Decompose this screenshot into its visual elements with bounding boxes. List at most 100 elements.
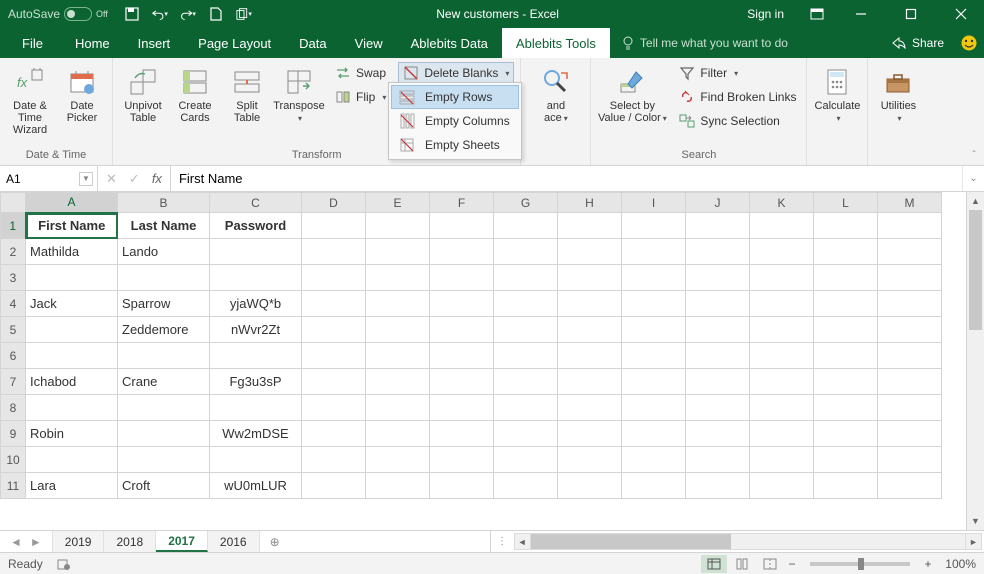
zoom-in-button[interactable]: +: [920, 557, 936, 571]
hscroll-right-icon[interactable]: ►: [965, 534, 981, 549]
cell[interactable]: [302, 213, 366, 239]
name-box[interactable]: ▼: [0, 166, 98, 191]
cell[interactable]: [366, 473, 430, 499]
cell[interactable]: [366, 239, 430, 265]
sign-in-button[interactable]: Sign in: [735, 7, 796, 21]
find-broken-links-button[interactable]: Find Broken Links: [675, 86, 800, 108]
sheet-tab[interactable]: 2019: [53, 531, 105, 552]
macro-record-icon[interactable]: [57, 557, 71, 571]
cell[interactable]: [118, 447, 210, 473]
cell[interactable]: [814, 317, 878, 343]
cell[interactable]: Croft: [118, 473, 210, 499]
zoom-slider[interactable]: [810, 562, 910, 566]
cell[interactable]: [750, 447, 814, 473]
menu-empty-columns[interactable]: Empty Columns: [391, 109, 519, 133]
cell[interactable]: Sparrow: [118, 291, 210, 317]
row-header[interactable]: 2: [1, 239, 26, 265]
cell[interactable]: [302, 447, 366, 473]
col-header-E[interactable]: E: [366, 193, 430, 213]
menu-empty-rows[interactable]: Empty Rows: [391, 85, 519, 109]
share-button[interactable]: Share: [882, 28, 954, 58]
cell[interactable]: [878, 213, 942, 239]
cell[interactable]: nWvr2Zt: [210, 317, 302, 343]
formula-input[interactable]: [179, 171, 954, 186]
cell[interactable]: [494, 473, 558, 499]
cell[interactable]: [686, 265, 750, 291]
cell[interactable]: [118, 265, 210, 291]
cell[interactable]: [494, 343, 558, 369]
cell[interactable]: [622, 239, 686, 265]
cell[interactable]: [814, 291, 878, 317]
cell[interactable]: [878, 369, 942, 395]
cell[interactable]: [26, 317, 118, 343]
scroll-down-icon[interactable]: ▼: [967, 512, 984, 530]
cell[interactable]: [302, 369, 366, 395]
cell[interactable]: [622, 473, 686, 499]
feedback-button[interactable]: [954, 28, 984, 58]
cell[interactable]: [750, 395, 814, 421]
cell[interactable]: [814, 421, 878, 447]
cell[interactable]: [494, 317, 558, 343]
row-header[interactable]: 7: [1, 369, 26, 395]
cell[interactable]: [210, 265, 302, 291]
tab-page-layout[interactable]: Page Layout: [184, 28, 285, 58]
cell[interactable]: [494, 421, 558, 447]
cell[interactable]: Fg3u3sP: [210, 369, 302, 395]
cell[interactable]: [750, 213, 814, 239]
tell-me-search[interactable]: Tell me what you want to do: [610, 28, 800, 58]
tab-ablebits-tools[interactable]: Ablebits Tools: [502, 28, 610, 58]
cell[interactable]: [558, 317, 622, 343]
cell[interactable]: [622, 369, 686, 395]
cell[interactable]: [210, 447, 302, 473]
undo-icon[interactable]: ▾: [152, 6, 168, 22]
cell[interactable]: [558, 395, 622, 421]
row-header[interactable]: 10: [1, 447, 26, 473]
tab-insert[interactable]: Insert: [124, 28, 185, 58]
tab-view[interactable]: View: [341, 28, 397, 58]
cell[interactable]: [686, 317, 750, 343]
cell[interactable]: [366, 343, 430, 369]
calculate-button[interactable]: Calculate▾: [813, 62, 861, 149]
add-sheet-button[interactable]: ⊕: [260, 531, 290, 552]
scroll-up-icon[interactable]: ▲: [967, 192, 984, 210]
cell[interactable]: [366, 291, 430, 317]
cell[interactable]: [118, 395, 210, 421]
cell[interactable]: [878, 265, 942, 291]
cell[interactable]: [622, 421, 686, 447]
copy-icon[interactable]: ▾: [236, 6, 252, 22]
cell[interactable]: [302, 473, 366, 499]
col-header-L[interactable]: L: [814, 193, 878, 213]
menu-empty-sheets[interactable]: Empty Sheets: [391, 133, 519, 157]
cell[interactable]: [750, 317, 814, 343]
cell[interactable]: [430, 447, 494, 473]
cell[interactable]: Password: [210, 213, 302, 239]
cell[interactable]: [494, 291, 558, 317]
cell[interactable]: Ichabod: [26, 369, 118, 395]
cell[interactable]: [366, 213, 430, 239]
cell[interactable]: Zeddemore: [118, 317, 210, 343]
cell[interactable]: [494, 265, 558, 291]
select-all-corner[interactable]: [1, 193, 26, 213]
cell[interactable]: [878, 239, 942, 265]
cell[interactable]: [878, 447, 942, 473]
cell[interactable]: [430, 395, 494, 421]
cell[interactable]: [750, 239, 814, 265]
cell[interactable]: [118, 343, 210, 369]
sheet-tab[interactable]: 2017: [156, 531, 208, 552]
col-header-F[interactable]: F: [430, 193, 494, 213]
sheet-tab[interactable]: 2016: [208, 531, 260, 552]
cell[interactable]: [558, 447, 622, 473]
row-header[interactable]: 1: [1, 213, 26, 239]
transpose-button[interactable]: Transpose▾: [275, 62, 323, 149]
cell[interactable]: [558, 343, 622, 369]
save-icon[interactable]: [124, 6, 140, 22]
flip-button[interactable]: Flip▾: [331, 86, 390, 108]
cell[interactable]: [430, 291, 494, 317]
formula-input-wrap[interactable]: [171, 171, 962, 186]
collapse-ribbon-icon[interactable]: ˆ: [966, 147, 982, 163]
cell[interactable]: [366, 395, 430, 421]
find-replace-button[interactable]: andace▾: [527, 62, 584, 149]
cell[interactable]: [622, 291, 686, 317]
enter-formula-icon[interactable]: ✓: [129, 171, 140, 187]
swap-button[interactable]: Swap: [331, 62, 390, 84]
